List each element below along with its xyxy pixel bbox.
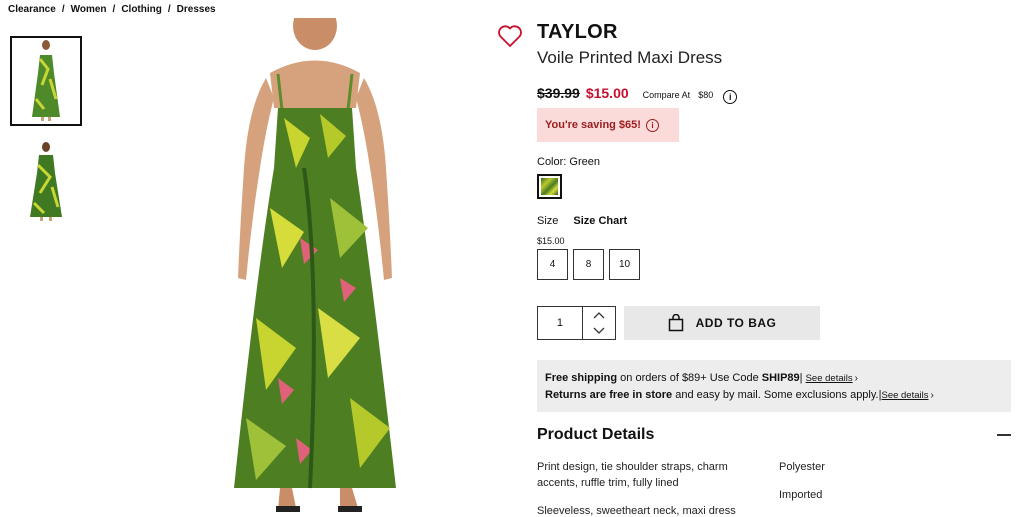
- product-brand: TAYLOR: [537, 21, 618, 43]
- breadcrumb-clearance[interactable]: Clearance: [8, 4, 56, 15]
- size-price: $15.00: [537, 236, 565, 246]
- details-origin: Imported: [779, 489, 823, 501]
- dress-back-thumbnail-image: [30, 142, 62, 221]
- saving-text: You're saving $65!: [545, 119, 641, 131]
- free-shipping-line: Free shipping on orders of $89+ Use Code…: [545, 372, 858, 384]
- sale-price: $15.00: [585, 85, 629, 101]
- quantity-increase-button[interactable]: [583, 307, 615, 323]
- main-product-image[interactable]: [200, 2, 430, 517]
- breadcrumb-dresses[interactable]: Dresses: [177, 4, 216, 15]
- breadcrumb-separator: /: [167, 4, 171, 15]
- free-shipping-bold: Free shipping: [545, 372, 618, 384]
- dress-thumbnail-image: [32, 40, 60, 121]
- product-thumbnail-2[interactable]: [10, 138, 82, 228]
- returns-bold: Returns are free in store: [545, 389, 673, 401]
- details-material: Polyester: [779, 461, 825, 473]
- add-to-wishlist-button[interactable]: [497, 24, 523, 48]
- heart-icon: [498, 25, 522, 47]
- bag-icon: [668, 314, 683, 332]
- add-to-bag-label: ADD TO BAG: [695, 316, 777, 330]
- compare-at-value: $80: [698, 90, 714, 100]
- breadcrumb-women[interactable]: Women: [71, 4, 107, 15]
- details-line: Print design, tie shoulder straps, charm…: [537, 461, 728, 489]
- color-swatch-green[interactable]: [537, 174, 562, 199]
- quantity-value[interactable]: 1: [538, 307, 582, 339]
- returns-line: Returns are free in store and easy by ma…: [545, 389, 934, 401]
- size-option-10[interactable]: 10: [609, 249, 640, 280]
- size-label: Size: [537, 215, 559, 227]
- see-details-link-shipping[interactable]: See details: [806, 373, 853, 384]
- collapse-icon[interactable]: [997, 434, 1011, 436]
- product-details-heading: Product Details: [537, 426, 655, 443]
- product-details-description: Print design, tie shoulder straps, charm…: [537, 459, 747, 517]
- chevron-up-icon: [593, 312, 605, 319]
- size-chart-link[interactable]: Size Chart: [573, 215, 627, 227]
- size-row: Size Size Chart: [537, 215, 627, 227]
- color-label: Color: Green: [537, 156, 600, 168]
- chevron-down-icon: [593, 327, 605, 334]
- breadcrumb-separator: /: [112, 4, 116, 15]
- saving-badge: You're saving $65! i: [537, 108, 679, 142]
- size-option-4[interactable]: 4: [537, 249, 568, 280]
- product-details-specs: Polyester Imported: [779, 459, 825, 515]
- color-value: Green: [569, 156, 600, 168]
- dress-model-image: [234, 2, 396, 512]
- price-row: $39.99 $15.00 Compare At $80 i: [537, 85, 738, 104]
- details-line: Sleeveless, sweetheart neck, maxi dress: [537, 505, 736, 517]
- quantity-stepper: 1: [537, 306, 616, 340]
- original-price: $39.99: [537, 85, 580, 101]
- info-icon[interactable]: i: [723, 90, 738, 104]
- info-icon[interactable]: i: [645, 118, 659, 132]
- add-to-bag-button[interactable]: ADD TO BAG: [624, 306, 820, 340]
- promo-code: SHIP89: [761, 372, 800, 384]
- free-shipping-text: on orders of $89+ Use Code: [617, 372, 762, 384]
- product-thumbnail-1[interactable]: [10, 36, 82, 126]
- breadcrumb-separator: /: [61, 4, 65, 15]
- quantity-controls: [581, 307, 615, 339]
- chevron-right-icon: ›: [930, 390, 934, 401]
- chevron-right-icon: ›: [854, 373, 858, 384]
- see-details-link-returns[interactable]: See details: [881, 390, 928, 401]
- color-label-text: Color:: [537, 156, 567, 168]
- returns-text: and easy by mail. Some exclusions apply.: [672, 389, 879, 401]
- swatch-pattern: [541, 178, 558, 195]
- breadcrumb: Clearance / Women / Clothing / Dresses: [8, 4, 216, 15]
- compare-at-label: Compare At: [642, 90, 691, 100]
- breadcrumb-clothing[interactable]: Clothing: [121, 4, 162, 15]
- shipping-info-box: Free shipping on orders of $89+ Use Code…: [537, 360, 1011, 412]
- quantity-decrease-button[interactable]: [583, 323, 615, 339]
- product-title: Voile Printed Maxi Dress: [537, 48, 723, 67]
- size-option-8[interactable]: 8: [573, 249, 604, 280]
